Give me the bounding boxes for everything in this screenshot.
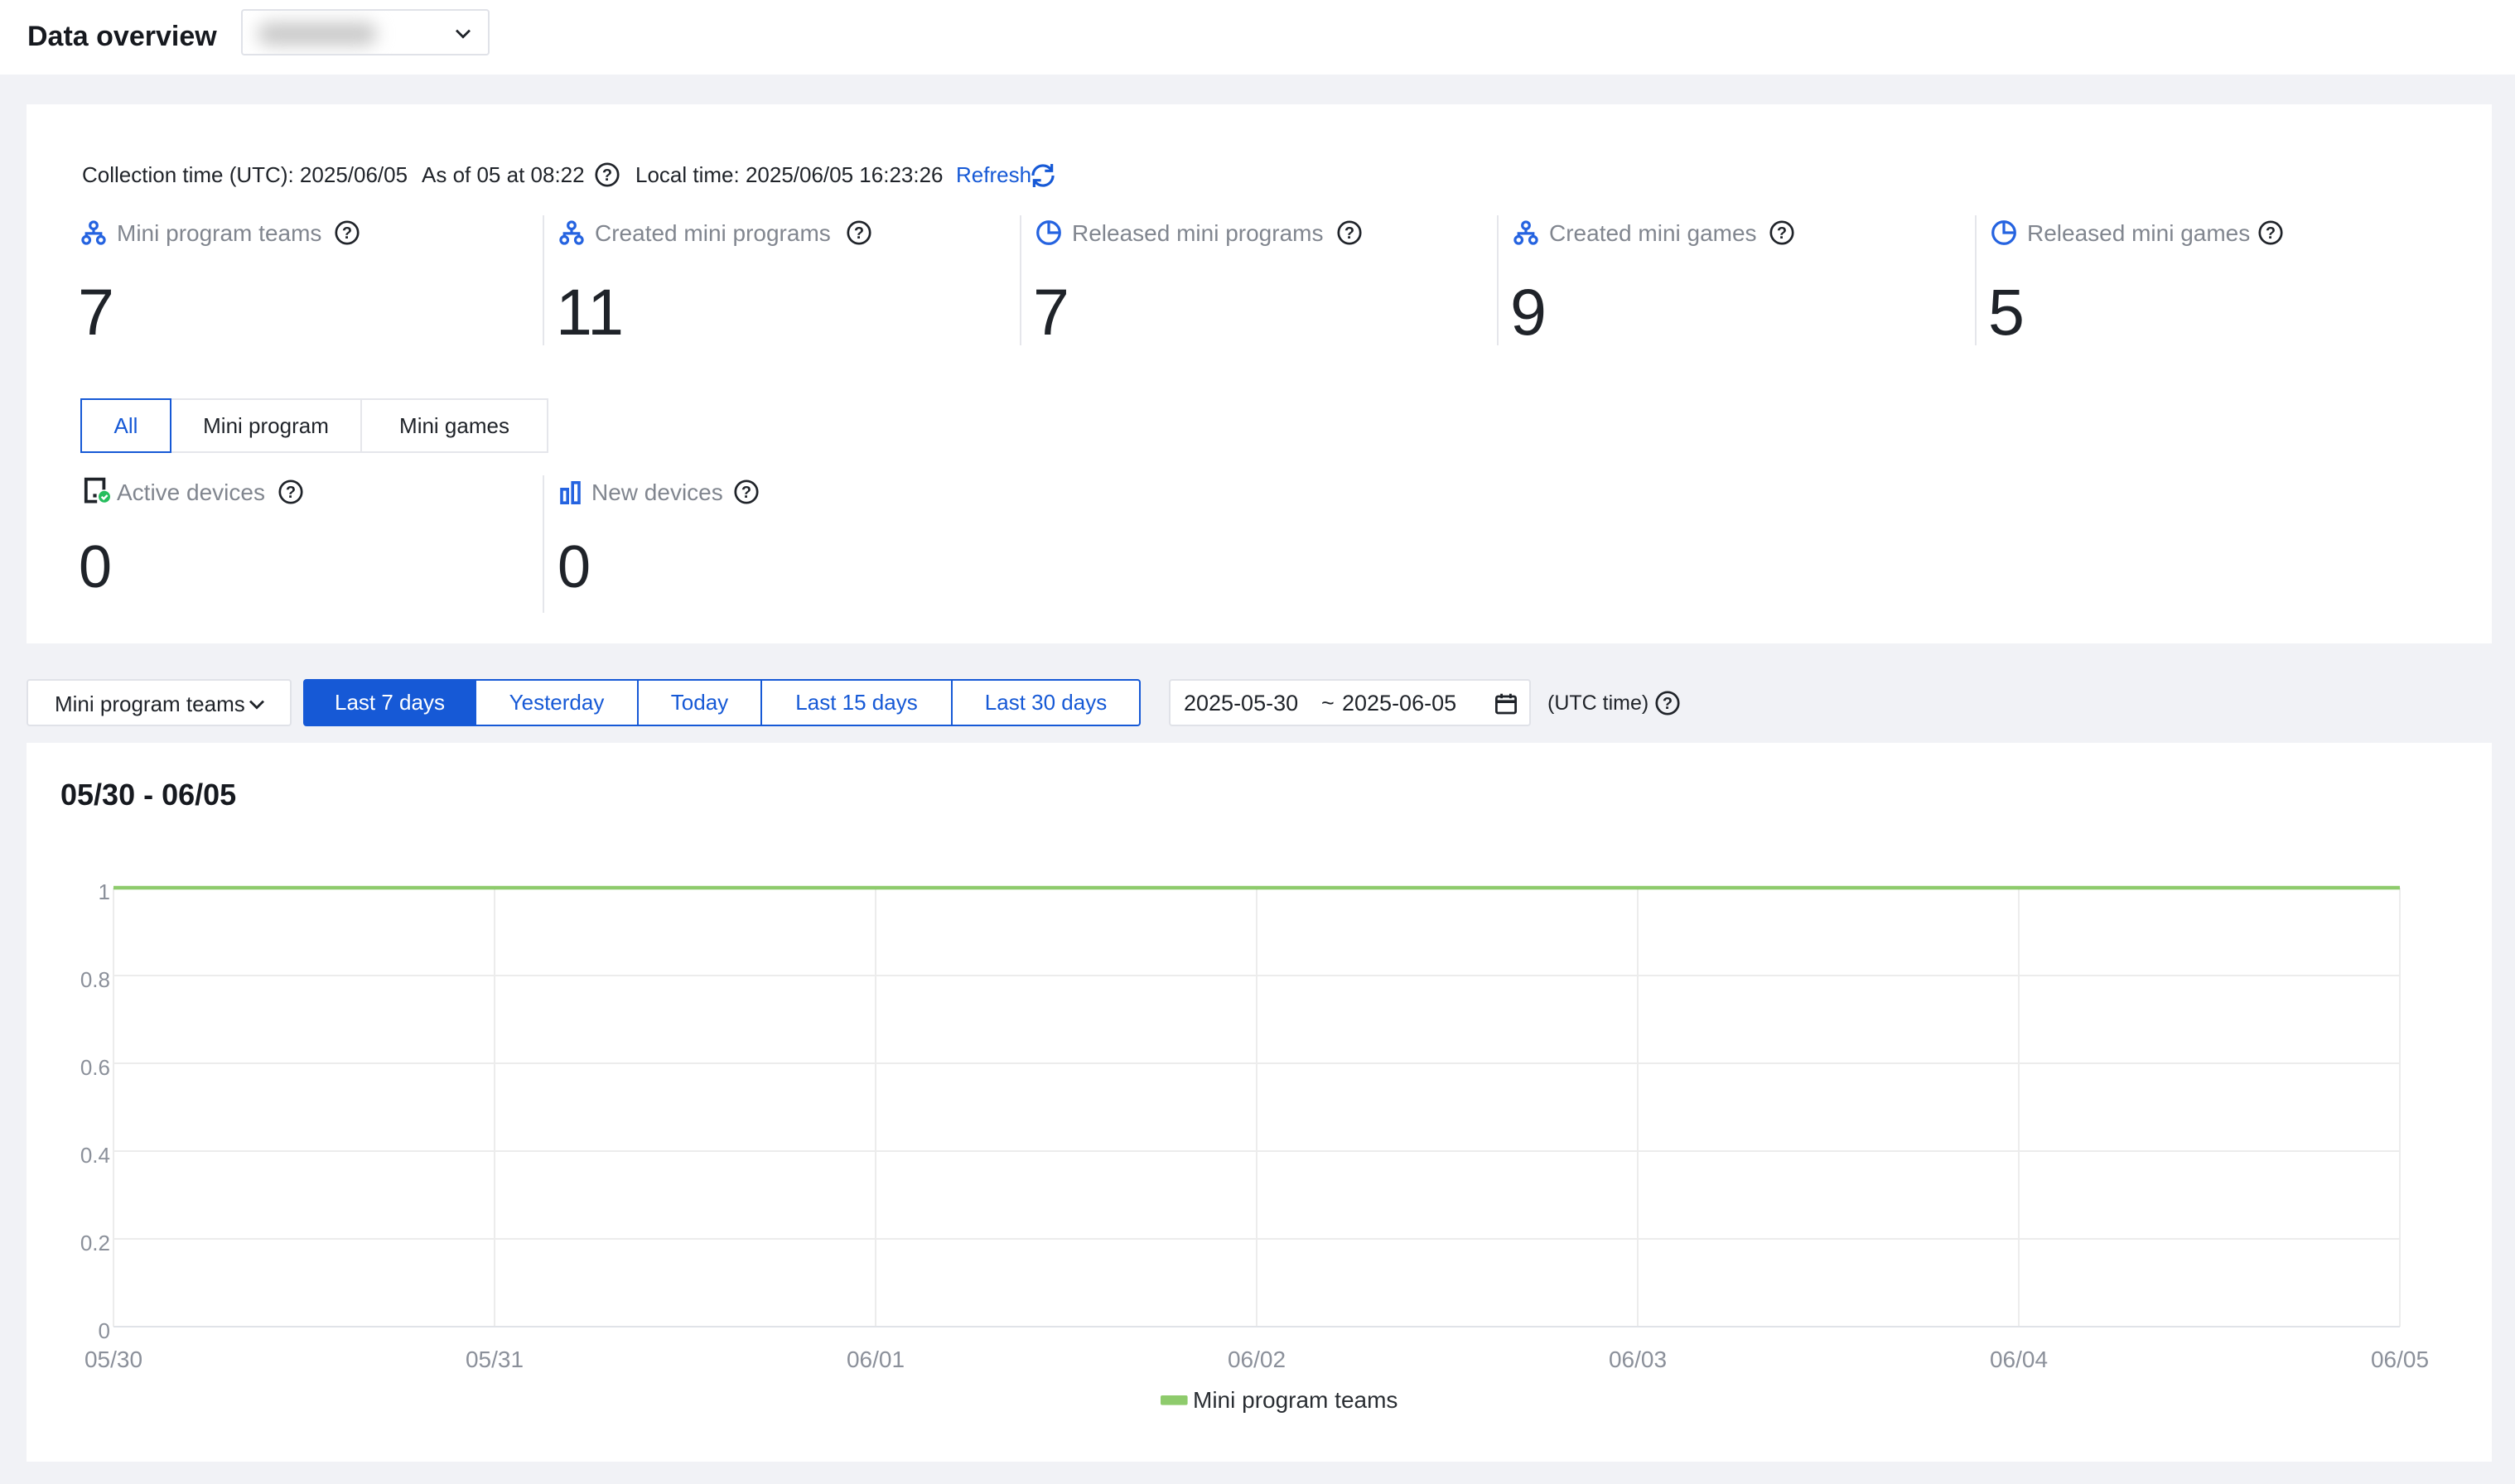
svg-text:Mini program teams: Mini program teams (1193, 1387, 1397, 1413)
svg-text:05/30: 05/30 (84, 1347, 142, 1372)
svg-text:?: ? (602, 166, 612, 185)
svg-text:0.8: 0.8 (80, 967, 110, 992)
svg-text:0.6: 0.6 (80, 1055, 110, 1080)
svg-text:1: 1 (99, 879, 110, 904)
svg-text:?: ? (1663, 695, 1673, 713)
svg-text:?: ? (854, 224, 864, 243)
svg-text:06/04: 06/04 (1990, 1347, 2048, 1372)
svg-text:?: ? (2266, 224, 2276, 243)
svg-text:?: ? (741, 484, 751, 502)
svg-text:06/03: 06/03 (1609, 1347, 1667, 1372)
svg-text:05/31: 05/31 (466, 1347, 524, 1372)
svg-text:0: 0 (99, 1318, 110, 1343)
svg-text:?: ? (286, 484, 296, 502)
svg-text:?: ? (342, 224, 352, 243)
svg-text:0.4: 0.4 (80, 1143, 110, 1168)
svg-text:06/05: 06/05 (2371, 1347, 2429, 1372)
svg-text:?: ? (1777, 224, 1787, 243)
svg-text:0.2: 0.2 (80, 1231, 110, 1255)
svg-text:?: ? (1344, 224, 1354, 243)
svg-text:06/01: 06/01 (847, 1347, 905, 1372)
svg-text:06/02: 06/02 (1228, 1347, 1286, 1372)
